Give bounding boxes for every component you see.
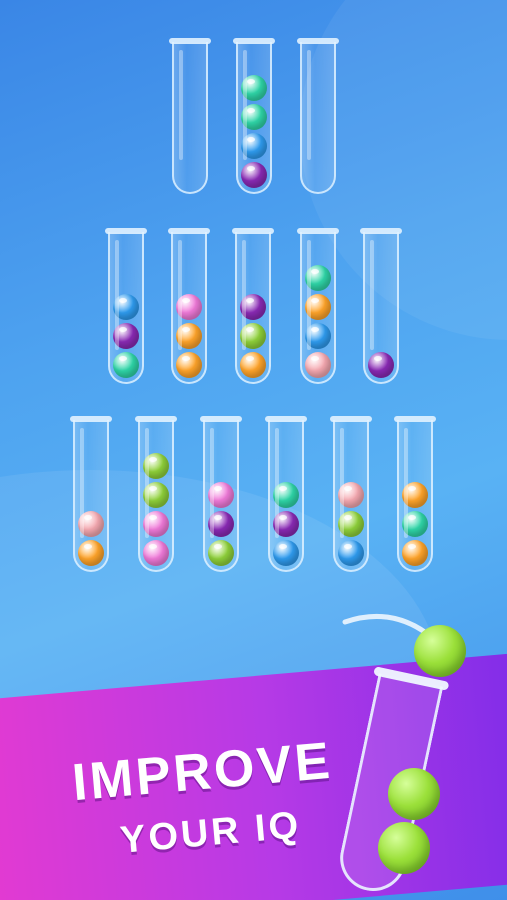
featured-ball (378, 822, 430, 874)
falling-ball (414, 625, 466, 677)
game-board: IMPROVE YOUR IQ (0, 0, 507, 900)
featured-ball (388, 768, 440, 820)
